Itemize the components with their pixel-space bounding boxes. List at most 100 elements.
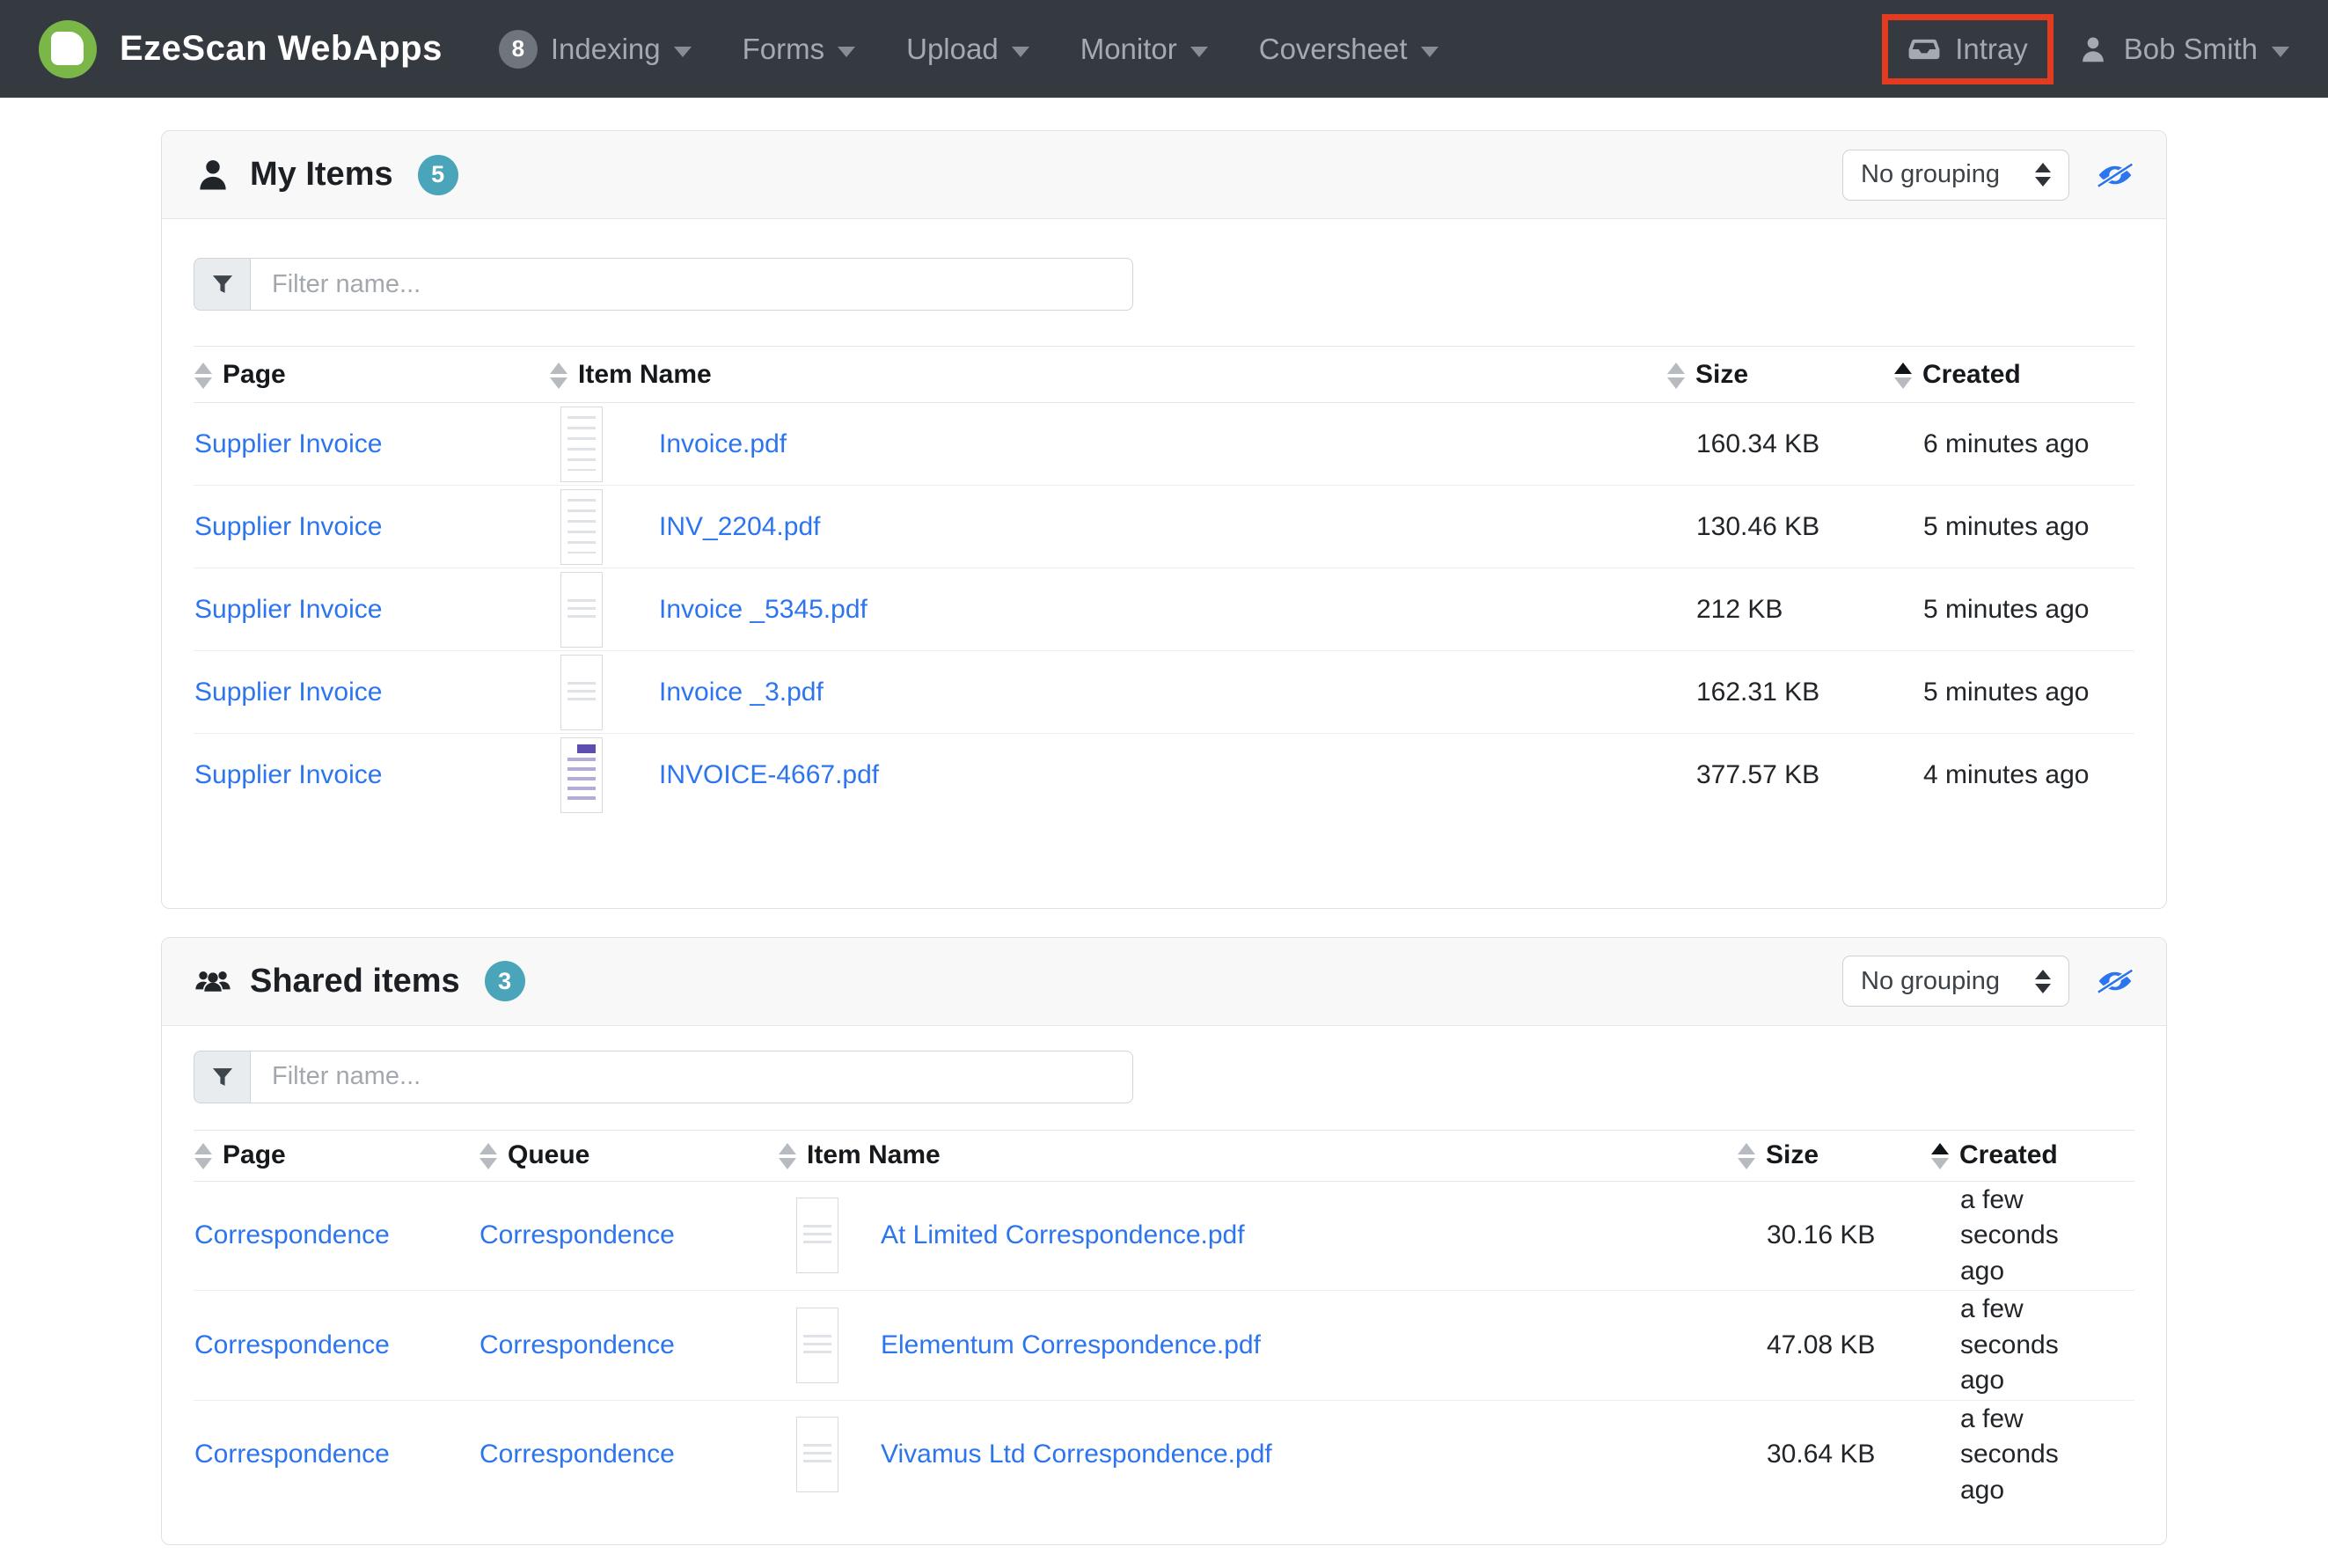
chevron-down-icon [674, 47, 692, 57]
intray-label: Intray [1955, 33, 2028, 66]
column-header-queue[interactable]: Queue [479, 1130, 778, 1181]
item-count-badge: 5 [418, 155, 458, 195]
item-size: 30.64 KB [1737, 1400, 1930, 1509]
my-items-table: Page Item Name Size Created Supplier Inv… [194, 346, 2134, 817]
menu-item-monitor[interactable]: Monitor [1080, 33, 1208, 66]
table-row: Supplier Invoice INVOICE-4667.pdf 377.57… [194, 734, 2134, 817]
sort-icon [1667, 363, 1685, 389]
table-row: Supplier Invoice Invoice _5345.pdf 212 K… [194, 568, 2134, 651]
document-thumbnail[interactable] [560, 655, 603, 730]
document-thumbnail[interactable] [796, 1308, 838, 1383]
column-header-item-name[interactable]: Item Name [549, 347, 1666, 403]
column-header-page[interactable]: Page [194, 1130, 479, 1181]
item-created: 6 minutes ago [1893, 403, 2134, 486]
shared-items-header: Shared items 3 No grouping [162, 938, 2166, 1026]
column-header-created[interactable]: Created [1930, 1130, 2134, 1181]
grouping-select[interactable]: No grouping [1842, 150, 2069, 201]
page-link[interactable]: Correspondence [194, 1440, 390, 1469]
item-name-link[interactable]: INV_2204.pdf [659, 512, 820, 542]
user-menu-button[interactable]: Bob Smith [2076, 33, 2289, 66]
menu-item-coversheet[interactable]: Coversheet [1259, 33, 1439, 66]
document-thumbnail[interactable] [560, 572, 603, 648]
menu-item-label: Forms [743, 33, 825, 66]
hide-panel-button[interactable] [2096, 964, 2134, 998]
filter-funnel-icon [194, 1051, 250, 1103]
page-link[interactable]: Correspondence [194, 1220, 390, 1249]
item-name-link[interactable]: Invoice.pdf [659, 429, 787, 459]
sort-icon [480, 1143, 497, 1169]
intray-icon [1907, 33, 1941, 66]
user-icon [2076, 33, 2110, 66]
column-header-item-name[interactable]: Item Name [778, 1130, 1737, 1181]
table-row: Correspondence Correspondence Elementum … [194, 1291, 2134, 1401]
grouping-value: No grouping [1861, 967, 2000, 996]
document-thumbnail[interactable] [560, 737, 603, 813]
document-thumbnail[interactable] [560, 489, 603, 565]
page-link[interactable]: Supplier Invoice [194, 678, 382, 707]
item-created: a few seconds ago [1930, 1291, 2134, 1401]
page-link[interactable]: Supplier Invoice [194, 595, 382, 624]
column-header-size[interactable]: Size [1666, 347, 1893, 403]
menu-item-indexing[interactable]: 8 Indexing [499, 30, 692, 69]
brand-link[interactable]: EzeScan WebApps [39, 20, 443, 78]
queue-link[interactable]: Correspondence [480, 1220, 675, 1249]
my-items-body: Page Item Name Size Created Supplier Inv… [162, 219, 2166, 908]
my-items-panel: My Items 5 No grouping [161, 130, 2167, 909]
menu-item-forms[interactable]: Forms [743, 33, 856, 66]
indexing-count-badge: 8 [499, 30, 538, 69]
table-header-row: Page Queue Item Name Size Created [194, 1130, 2134, 1181]
queue-link[interactable]: Correspondence [480, 1440, 675, 1469]
page-link[interactable]: Supplier Invoice [194, 429, 382, 458]
select-arrows-icon [2035, 163, 2051, 187]
filter-input[interactable] [250, 258, 1133, 311]
item-name-link[interactable]: Invoice _3.pdf [659, 678, 824, 707]
brand-title: EzeScan WebApps [120, 29, 443, 69]
menu-item-label: Monitor [1080, 33, 1177, 66]
intray-button[interactable]: Intray [1907, 33, 2028, 66]
document-thumbnail[interactable] [796, 1198, 838, 1273]
item-size: 30.16 KB [1737, 1181, 1930, 1291]
shared-items-panel: Shared items 3 No grouping [161, 937, 2167, 1546]
select-arrows-icon [2035, 970, 2051, 993]
sort-icon [194, 363, 212, 389]
column-header-size[interactable]: Size [1737, 1130, 1930, 1181]
page-link[interactable]: Supplier Invoice [194, 512, 382, 541]
item-size: 160.34 KB [1666, 403, 1893, 486]
user-name: Bob Smith [2124, 33, 2258, 66]
ezescan-logo-icon [39, 20, 97, 78]
sort-icon [1738, 1143, 1755, 1169]
item-name-link[interactable]: Invoice _5345.pdf [659, 595, 868, 625]
column-header-created[interactable]: Created [1893, 347, 2134, 403]
filter-funnel-icon [194, 258, 250, 311]
filter-input[interactable] [250, 1051, 1133, 1103]
grouping-select[interactable]: No grouping [1842, 956, 2069, 1007]
page-link[interactable]: Supplier Invoice [194, 760, 382, 789]
hide-panel-button[interactable] [2096, 158, 2134, 192]
column-header-page[interactable]: Page [194, 347, 549, 403]
document-thumbnail[interactable] [796, 1417, 838, 1492]
item-created: 5 minutes ago [1893, 568, 2134, 651]
sort-icon [779, 1143, 796, 1169]
item-created: a few seconds ago [1930, 1181, 2134, 1291]
intray-highlight-annotation: Intray [1882, 14, 2053, 84]
item-name-link[interactable]: Vivamus Ltd Correspondence.pdf [881, 1440, 1272, 1469]
chevron-down-icon [1421, 47, 1439, 57]
menu-item-label: Indexing [551, 33, 661, 66]
page-link[interactable]: Correspondence [194, 1330, 390, 1359]
document-thumbnail[interactable] [560, 407, 603, 482]
main-menu: 8 Indexing Forms Upload Monitor Covershe… [499, 30, 1439, 69]
eye-slash-icon [2096, 964, 2134, 998]
sort-icon-active [1894, 363, 1912, 389]
filter-bar [194, 1051, 1133, 1103]
item-created: 4 minutes ago [1893, 734, 2134, 817]
item-name-link[interactable]: INVOICE-4667.pdf [659, 760, 879, 790]
menu-item-upload[interactable]: Upload [906, 33, 1029, 66]
chevron-down-icon [1190, 47, 1208, 57]
eye-slash-icon [2096, 158, 2134, 192]
item-name-link[interactable]: Elementum Correspondence.pdf [881, 1330, 1261, 1360]
item-name-link[interactable]: At Limited Correspondence.pdf [881, 1220, 1245, 1250]
queue-link[interactable]: Correspondence [480, 1330, 675, 1359]
table-header-row: Page Item Name Size Created [194, 347, 2134, 403]
shared-items-table: Page Queue Item Name Size Created Corres… [194, 1130, 2134, 1510]
shared-items-body: Page Queue Item Name Size Created Corres… [162, 1026, 2166, 1545]
